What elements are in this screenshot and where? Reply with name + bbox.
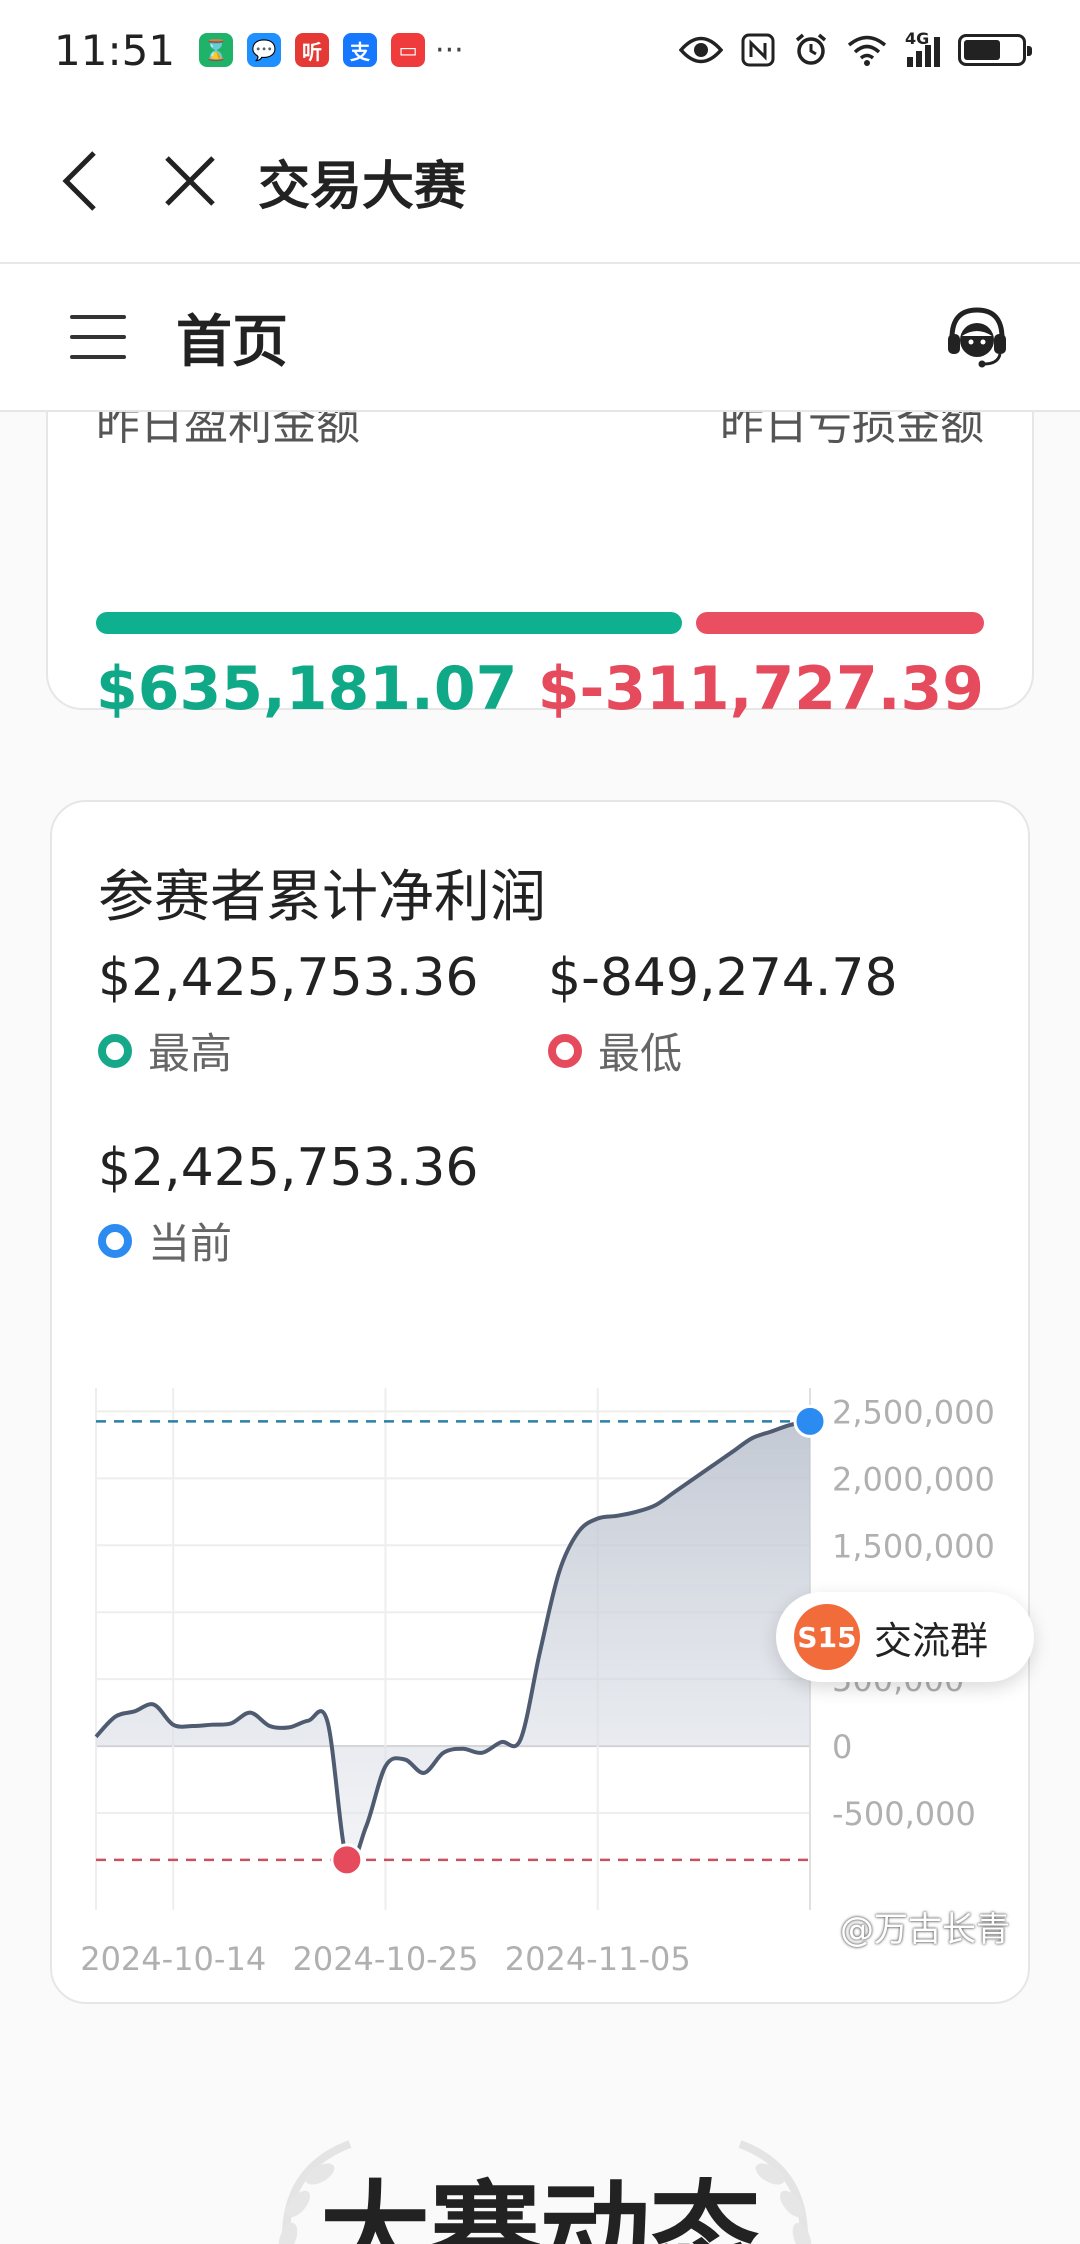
- series-area: [96, 1421, 810, 1865]
- y-tick-label: 1,500,000: [832, 1527, 995, 1565]
- signal-icon: 4G: [905, 29, 940, 67]
- x-tick-label: 2024-10-14: [80, 1940, 266, 1978]
- more-notifications-icon: ···: [435, 32, 464, 68]
- red-dot-icon: [548, 1033, 582, 1068]
- current-stat: $2,425,753.36 当前: [98, 1138, 478, 1271]
- battery-icon: [958, 34, 1032, 66]
- hourglass-app-icon: ⌛: [199, 33, 234, 67]
- back-button[interactable]: [40, 141, 120, 221]
- highest-legend: 最高: [98, 1020, 478, 1081]
- notification-icons: ⌛ 💬 听支 ▭: [199, 33, 426, 67]
- lowest-value: $-849,274.78: [548, 948, 898, 1008]
- y-tick-label: 2,000,000: [832, 1460, 995, 1498]
- highest-label: 最高: [148, 1029, 233, 1078]
- highest-stat: $2,425,753.36 最高: [98, 948, 478, 1081]
- huawei-app-icon: ▭: [391, 33, 426, 67]
- close-button[interactable]: [150, 141, 230, 221]
- alipay-app-icon: 支: [343, 33, 378, 67]
- wifi-icon: [847, 35, 887, 66]
- current-label: 当前: [148, 1219, 233, 1268]
- inner-nav-bar: 首页: [0, 264, 1080, 412]
- cumulative-title: 参赛者累计净利润: [98, 865, 546, 930]
- lowest-label: 最低: [598, 1029, 683, 1078]
- y-tick-label: 2,500,000: [832, 1393, 995, 1431]
- highest-value: $2,425,753.36: [98, 948, 479, 1008]
- lowest-stat: $-849,274.78 最低: [548, 948, 898, 1081]
- eye-icon: [679, 36, 723, 64]
- page-title: 交易大赛: [258, 156, 467, 217]
- community-group-button[interactable]: S15 交流群: [776, 1592, 1034, 1682]
- close-icon: [165, 156, 215, 206]
- y-tick-label: -500,000: [832, 1795, 976, 1833]
- yesterday-values: $635,181.07 $-311,727.39: [96, 654, 984, 724]
- network-type: 4G: [905, 29, 930, 48]
- loss-ratio-segment: [696, 612, 984, 634]
- max-point-marker: [793, 1404, 827, 1438]
- status-time: 11:51: [54, 25, 176, 75]
- season-badge: S15: [794, 1604, 860, 1670]
- chevron-left-icon: [62, 151, 96, 211]
- profit-value: $635,181.07: [96, 654, 518, 724]
- blue-dot-icon: [98, 1223, 132, 1258]
- lowest-legend: 最低: [548, 1020, 898, 1081]
- x-tick-label: 2024-10-25: [292, 1940, 478, 1978]
- y-tick-label: 0: [832, 1728, 852, 1766]
- watermark: @万古长青: [840, 1910, 1010, 1950]
- profit-ratio-segment: [96, 612, 683, 634]
- system-icons: 4G: [679, 29, 1032, 68]
- title-bar: 交易大赛: [0, 100, 1080, 262]
- current-value: $2,425,753.36: [98, 1138, 479, 1198]
- nav-title: 首页: [176, 309, 288, 375]
- status-bar: 11:51 ⌛ 💬 听支 ▭ ··· 4G: [0, 0, 1080, 100]
- menu-icon[interactable]: [70, 315, 126, 359]
- events-title: 大赛动态: [320, 2170, 760, 2244]
- customer-service-icon[interactable]: [944, 304, 1010, 370]
- community-group-label: 交流群: [874, 1618, 989, 1663]
- yesterday-summary-card: 昨日盈利金额 昨日亏损金额 $635,181.07 $-311,727.39: [46, 364, 1034, 724]
- profit-loss-ratio-bar: [96, 612, 984, 634]
- min-point-marker: [330, 1843, 364, 1877]
- nfc-icon: [741, 33, 775, 67]
- alarm-icon: [795, 33, 827, 65]
- listen-app-icon: 听: [295, 33, 330, 67]
- green-dot-icon: [98, 1033, 132, 1068]
- current-legend: 当前: [98, 1210, 478, 1271]
- x-tick-label: 2024-11-05: [505, 1940, 691, 1978]
- loss-value: $-311,727.39: [537, 654, 984, 724]
- message-app-icon: 💬: [247, 33, 282, 67]
